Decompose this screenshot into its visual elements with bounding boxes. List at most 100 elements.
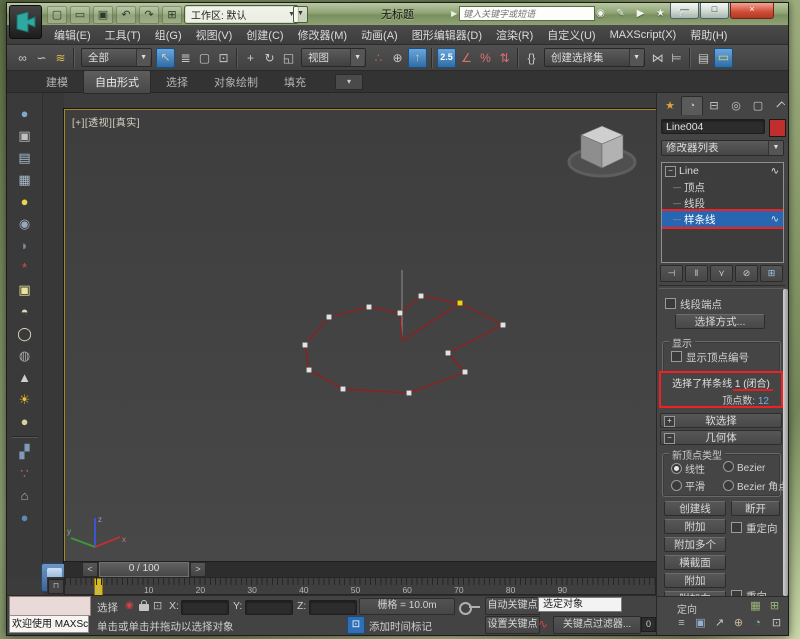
collapse-icon[interactable]: − <box>665 165 676 177</box>
menu-item[interactable]: 帮助(H) <box>683 25 734 45</box>
add-time-tag[interactable]: 添加时间标记 <box>369 619 432 634</box>
ribbon-minimize-dropdown[interactable]: ▾ <box>335 73 363 90</box>
search-input[interactable] <box>459 6 596 21</box>
select-by-button[interactable]: 选择方式... <box>675 314 765 329</box>
search-communities-icon[interactable]: ◉ <box>593 6 608 21</box>
maxscript-listener-white[interactable]: 欢迎使用 MAXSc <box>9 615 89 633</box>
spline-curve[interactable] <box>304 295 505 394</box>
select-and-manipulate-icon[interactable]: ⊕ <box>389 49 406 67</box>
tab-motion[interactable]: ◎ <box>725 96 747 116</box>
sphere-dark-icon[interactable]: ◗ <box>13 236 37 256</box>
menu-item[interactable]: 动画(A) <box>354 25 405 45</box>
angle-snap-icon[interactable]: ∠ <box>458 49 475 67</box>
pin-stack-icon[interactable]: ⊣ <box>660 265 683 282</box>
mirror-icon[interactable]: ⋈ <box>649 49 666 67</box>
expand-icon[interactable]: + <box>664 416 675 427</box>
set-key-button[interactable]: 设置关键点 <box>485 616 540 634</box>
menu-item[interactable]: 渲染(R) <box>489 25 540 45</box>
modifier-stack-item[interactable]: — 样条线 ∿ <box>662 211 783 227</box>
frame-number-field[interactable]: 0 <box>641 617 656 632</box>
layer-manager-icon[interactable]: ▤ <box>695 49 712 67</box>
collapse-icon[interactable]: − <box>664 433 675 444</box>
orbit-icon[interactable]: ◔ <box>750 616 765 631</box>
spline-edge[interactable] <box>401 302 461 342</box>
z-coordinate-field[interactable] <box>309 600 357 615</box>
spinner-snap-icon[interactable]: ⇅ <box>496 49 513 67</box>
gear-red-icon[interactable]: * <box>13 258 37 278</box>
radio-icon[interactable] <box>723 461 734 472</box>
grid-green-icon[interactable]: ⊞ <box>767 599 782 614</box>
track-bar-ruler[interactable]: 0 10 20 30 40 50 60 70 80 90 <box>64 577 656 596</box>
molecule-icon[interactable]: ∵ <box>13 464 37 484</box>
ribbon-tab[interactable]: 填充 <box>273 71 317 93</box>
camera-tripod-icon[interactable]: ⌂ <box>13 486 37 506</box>
menu-item[interactable]: 图形编辑器(D) <box>405 25 489 45</box>
render-teapot-icon[interactable]: ● <box>13 104 37 124</box>
ribbon-tab[interactable]: 建模 <box>35 71 79 93</box>
grid-link-icon[interactable]: ▦ <box>748 599 763 614</box>
search-arrow-icon[interactable]: ▶ <box>451 9 457 18</box>
menu-item[interactable]: 修改器(M) <box>291 25 355 45</box>
soft-selection-rollout[interactable]: + 软选择 <box>660 413 782 428</box>
ribbon-tab[interactable]: 选择 <box>155 71 199 93</box>
open-mini-curve-editor-icon[interactable]: ⊓ <box>48 579 64 594</box>
modifier-stack-item[interactable]: − Line ∿ <box>662 163 783 179</box>
favorites-star-icon[interactable]: ★ <box>653 6 668 21</box>
ribbon-tab[interactable]: 自由形式 <box>83 69 151 94</box>
lock-selection-icon[interactable] <box>139 600 149 611</box>
track-bar[interactable]: ⊓ 0 10 20 30 40 50 60 70 80 90 <box>47 577 656 596</box>
keyboard-override-toggle-icon[interactable]: ↑ <box>408 47 427 68</box>
select-and-link-icon[interactable]: ∞ <box>14 49 31 67</box>
save-view-icon[interactable]: ▣ <box>693 616 708 631</box>
remove-modifier-icon[interactable]: ⊘ <box>735 265 758 282</box>
perspective-viewport[interactable]: [+][透视][真实] z y x <box>63 108 659 564</box>
selected-object-dropdown[interactable]: 选定对象 <box>538 597 622 612</box>
smooth-radio[interactable]: 平滑 <box>671 478 705 493</box>
use-pivot-point-icon[interactable]: ∴ <box>370 49 387 67</box>
configure-modifier-sets-icon[interactable]: ⊞ <box>760 265 783 282</box>
wrench-icon[interactable]: ✎ <box>613 6 628 21</box>
zoom-icon[interactable]: ↗ <box>712 616 727 631</box>
window-crossing-icon[interactable]: ⊡ <box>215 49 232 67</box>
maximize-viewport-icon[interactable]: ⊡ <box>769 616 784 631</box>
spline-vertex[interactable] <box>301 341 309 349</box>
radio-icon[interactable] <box>723 480 734 491</box>
spline-vertex[interactable] <box>405 389 413 397</box>
reorient-checkbox[interactable]: 重定向 <box>731 521 778 536</box>
reorient2-checkbox[interactable]: 重向 <box>731 589 767 596</box>
create-line-button[interactable]: 创建线 <box>664 501 726 516</box>
spline-vertex[interactable] <box>365 303 373 311</box>
attach2-button[interactable]: 附加 <box>664 573 726 588</box>
spline-object[interactable] <box>65 110 657 562</box>
geometry-rollout[interactable]: − 几何体 <box>660 430 782 445</box>
spline-vertex[interactable] <box>396 309 404 317</box>
named-selection-dropdown[interactable]: 创建选择集 ▼ <box>544 48 645 67</box>
tab-utilities[interactable]: Γ <box>769 96 788 116</box>
auto-key-button[interactable]: 自动关键点 <box>485 597 540 615</box>
menu-item[interactable]: MAXScript(X) <box>603 27 684 43</box>
checkbox-icon[interactable] <box>665 298 676 309</box>
modifier-stack-item[interactable]: — 线段 <box>662 195 783 211</box>
app-logo[interactable] <box>9 5 42 39</box>
cross-section-button[interactable]: 横截面 <box>664 555 726 570</box>
unlink-selection-icon[interactable]: ∽ <box>33 49 50 67</box>
reference-coordinate-dropdown[interactable]: 视图 ▼ <box>301 48 366 67</box>
tab-create[interactable]: ★ <box>659 96 681 116</box>
spline-vertex[interactable] <box>325 313 333 321</box>
key-icon[interactable] <box>459 602 480 615</box>
close-button[interactable]: × <box>730 3 774 19</box>
menu-item[interactable]: 视图(V) <box>189 25 240 45</box>
modifier-list-dropdown[interactable]: 修改器列表 ▼ <box>661 140 784 156</box>
object-name-field[interactable]: Line004 <box>661 119 765 134</box>
menu-item[interactable]: 工具(T) <box>98 25 148 45</box>
pan-hand-icon[interactable]: ⊕ <box>731 616 746 631</box>
key-filters-button[interactable]: 关键点过滤器... <box>553 616 641 634</box>
image-editor-icon[interactable]: ▣ <box>13 126 37 146</box>
lightbulb-icon[interactable]: ● <box>13 192 37 212</box>
object-color-swatch[interactable] <box>769 119 786 137</box>
spline-vertex[interactable] <box>444 349 452 357</box>
named-selection-sets-icon[interactable]: {} <box>523 49 540 67</box>
tab-modify[interactable]: ◔ <box>681 96 703 115</box>
pushpin-icon[interactable]: ◉ <box>125 600 134 611</box>
attach-multiple-button[interactable]: 附加多个 <box>664 537 726 552</box>
